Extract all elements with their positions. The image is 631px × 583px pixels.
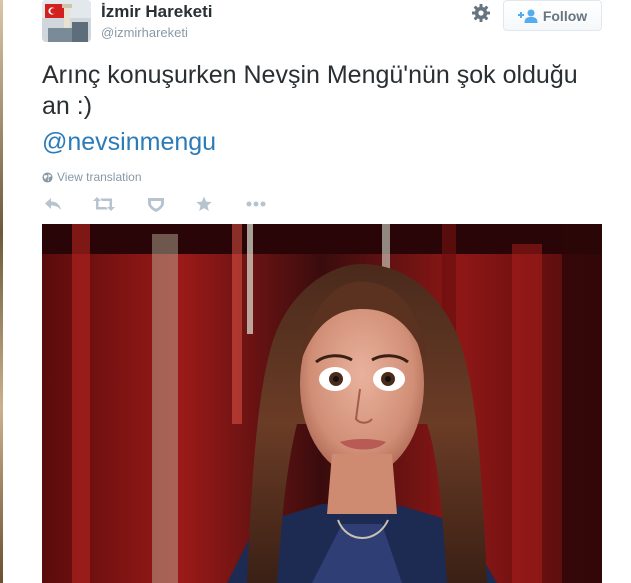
globe-icon bbox=[42, 171, 53, 183]
tweet-text: Arınç konuşurken Nevşin Mengü'nün şok ol… bbox=[42, 61, 578, 120]
follow-button-label: Follow bbox=[542, 7, 588, 24]
follow-button[interactable]: Follow bbox=[503, 0, 602, 31]
view-translation-label: View translation bbox=[57, 170, 142, 184]
star-icon[interactable] bbox=[194, 194, 214, 214]
gear-icon[interactable] bbox=[471, 3, 491, 23]
author-handle[interactable]: @izmirhareketi bbox=[101, 25, 188, 40]
heart-icon[interactable] bbox=[146, 194, 166, 214]
mention-link[interactable]: @nevsinmengu bbox=[42, 127, 216, 158]
follow-user-icon bbox=[517, 9, 538, 23]
more-icon[interactable] bbox=[245, 194, 267, 214]
reply-icon[interactable] bbox=[42, 194, 64, 214]
author-name[interactable]: İzmir Hareketi bbox=[101, 2, 213, 22]
view-translation-link[interactable]: View translation bbox=[42, 170, 142, 184]
tweet: İzmir Hareketi @izmirhareketi Follow Arı… bbox=[0, 0, 631, 583]
avatar[interactable] bbox=[42, 0, 91, 42]
retweet-icon[interactable] bbox=[92, 194, 116, 214]
tweet-photo[interactable] bbox=[42, 224, 602, 583]
